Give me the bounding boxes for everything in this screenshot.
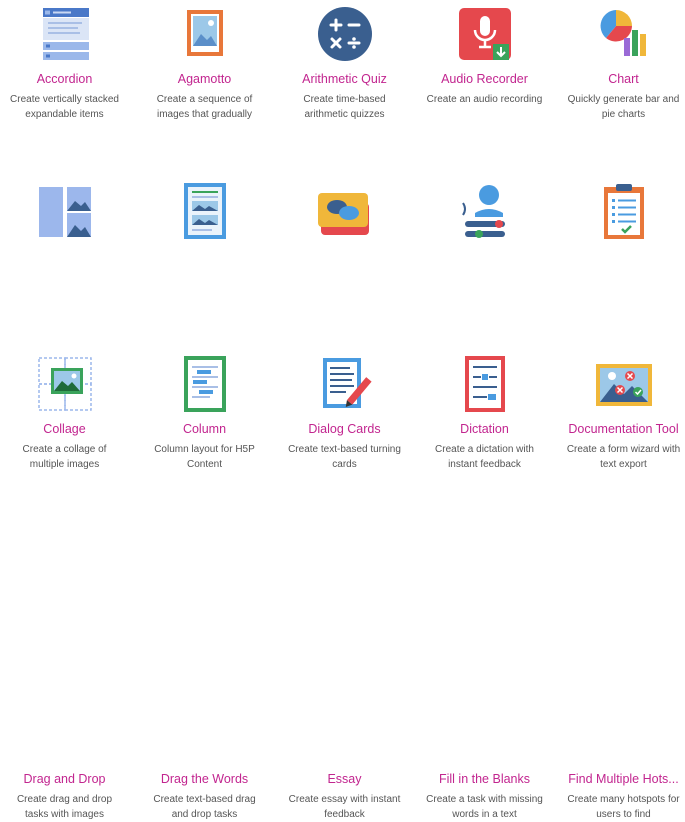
tile-title[interactable]: Find Multiple Hots... — [555, 772, 685, 786]
tile-title[interactable]: Arithmetic Quiz — [276, 72, 413, 86]
tile-documentation-tool[interactable]: Documentation Tool Create a form wizard … — [555, 175, 685, 470]
tile-accordion[interactable]: Accordion Create vertically stacked expa… — [0, 0, 133, 170]
agamotto-icon — [175, 4, 235, 64]
microphone-icon — [455, 4, 515, 64]
tile-title[interactable]: Accordion — [0, 72, 133, 86]
content-type-grid: Accordion Create vertically stacked expa… — [0, 0, 685, 820]
tile-title[interactable]: Fill in the Blanks — [416, 772, 553, 786]
tile-description: Create a sequence of images that gradual… — [156, 94, 253, 120]
tile-description: Create a task with missing words in a te… — [426, 794, 543, 820]
tile-description: Create drag and drop tasks with images — [16, 794, 113, 820]
tile-description: Create vertically stacked expandable ite… — [10, 94, 119, 120]
clipboard-icon — [594, 181, 654, 241]
tile-title[interactable]: Drag the Words — [136, 772, 273, 786]
tile-essay[interactable]: Essay Create essay with instant feedback — [276, 350, 413, 820]
tile-description: Create time-based arithmetic quizzes — [303, 94, 386, 120]
tile-description: Create an audio recording — [426, 94, 543, 105]
tile-dialog-cards[interactable]: Dialog Cards Create text-based turning c… — [276, 175, 413, 470]
essay-icon — [315, 354, 375, 414]
tile-collage[interactable]: Collage Create a collage of multiple ima… — [0, 175, 133, 470]
tile-description: Create many hotspots for users to find — [567, 794, 680, 820]
tile-arithmetic-quiz[interactable]: Arithmetic Quiz Create time-based arithm… — [276, 0, 413, 170]
tile-title[interactable]: Essay — [276, 772, 413, 786]
tile-drag-and-drop[interactable]: Drag and Drop Create drag and drop tasks… — [0, 350, 133, 820]
tile-fill-in-the-blanks[interactable]: Fill in the Blanks Create a task with mi… — [416, 350, 553, 820]
tile-description: Create text-based drag and drop tasks — [153, 794, 256, 820]
collage-icon — [35, 181, 95, 241]
tile-column[interactable]: Column Column layout for H5P Content — [136, 175, 273, 470]
tile-description: Quickly generate bar and pie charts — [567, 94, 680, 120]
tile-title[interactable]: Audio Recorder — [416, 72, 553, 86]
tile-description: Create essay with instant feedback — [288, 794, 401, 820]
tile-dictation[interactable]: Dictation Create a dictation with instan… — [416, 175, 553, 470]
drag-words-icon — [175, 354, 235, 414]
accordion-icon — [35, 4, 95, 64]
chart-icon — [594, 4, 654, 64]
dictation-icon — [455, 181, 515, 241]
arithmetic-icon — [315, 4, 375, 64]
drag-drop-icon — [35, 354, 95, 414]
tile-agamotto[interactable]: Agamotto Create a sequence of images tha… — [136, 0, 273, 170]
tile-drag-the-words[interactable]: Drag the Words Create text-based drag an… — [136, 350, 273, 820]
tile-chart[interactable]: Chart Quickly generate bar and pie chart… — [555, 0, 685, 170]
tile-title[interactable]: Drag and Drop — [0, 772, 133, 786]
fill-blanks-icon — [455, 354, 515, 414]
hotspots-icon — [594, 354, 654, 414]
tile-audio-recorder[interactable]: Audio Recorder Create an audio recording — [416, 0, 553, 170]
tile-title[interactable]: Chart — [555, 72, 685, 86]
dialog-cards-icon — [315, 181, 375, 241]
tile-title[interactable]: Agamotto — [136, 72, 273, 86]
column-icon — [175, 181, 235, 241]
tile-find-multiple-hotspots[interactable]: Find Multiple Hots... Create many hotspo… — [555, 350, 685, 820]
